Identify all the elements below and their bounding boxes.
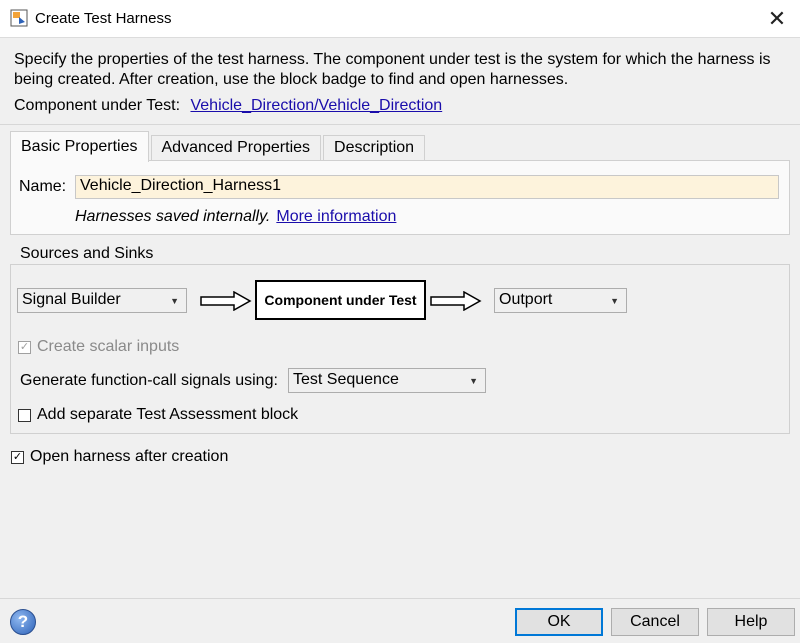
component-under-test-label: Component under Test: (14, 97, 181, 114)
sink-dropdown-value: Outport (499, 291, 553, 308)
chevron-down-icon: ▼ (170, 296, 179, 306)
source-dropdown-value: Signal Builder (22, 291, 121, 308)
create-scalar-inputs-checkbox[interactable]: ✓ Create scalar inputs (18, 338, 179, 356)
add-assessment-label: Add separate Test Assessment block (37, 406, 299, 423)
name-label: Name: (19, 178, 67, 195)
more-information-link[interactable]: More information (276, 208, 396, 225)
component-under-test-link[interactable]: Vehicle_Direction/Vehicle_Direction (190, 97, 442, 114)
checkbox-checked-icon: ✓ (18, 340, 31, 354)
description-text: Specify the properties of the test harne… (14, 51, 771, 88)
help-icon[interactable]: ? (10, 609, 36, 635)
close-icon: ✕ (767, 6, 787, 31)
tab-basic-properties[interactable]: Basic Properties (10, 131, 149, 162)
title-bar: Create Test Harness ✕ (0, 0, 800, 38)
checkbox-unchecked-icon (18, 408, 31, 422)
tab-description[interactable]: Description (323, 135, 426, 160)
close-button[interactable]: ✕ (754, 0, 800, 38)
function-call-dropdown-value: Test Sequence (293, 371, 399, 388)
help-button[interactable]: Help (707, 608, 795, 636)
cancel-button[interactable]: Cancel (611, 608, 699, 636)
component-under-test-row: Component under Test: Vehicle_Direction/… (14, 97, 442, 115)
ok-button[interactable]: OK (515, 608, 603, 636)
storage-note-text: Harnesses saved internally. (75, 208, 271, 225)
tab-bar: Basic Properties Advanced Properties Des… (10, 131, 427, 162)
component-under-test-block: Component under Test (255, 280, 426, 320)
input-arrow-icon (200, 291, 252, 311)
open-after-creation-checkbox[interactable]: ✓ Open harness after creation (11, 448, 228, 466)
name-input[interactable]: Vehicle_Direction_Harness1 (75, 175, 779, 199)
storage-note: Harnesses saved internally. More informat… (75, 208, 396, 226)
app-icon (10, 9, 28, 27)
checkbox-checked-icon: ✓ (11, 450, 24, 464)
output-arrow-icon (430, 291, 482, 311)
function-call-label: Generate function-call signals using: (20, 372, 278, 389)
chevron-down-icon: ▼ (610, 296, 619, 306)
sources-sinks-title: Sources and Sinks (18, 245, 156, 263)
function-call-dropdown[interactable]: Test Sequence ▼ (288, 368, 486, 393)
sink-dropdown[interactable]: Outport ▼ (494, 288, 627, 313)
divider (0, 124, 800, 125)
source-dropdown[interactable]: Signal Builder ▼ (17, 288, 187, 313)
footer-divider (0, 598, 800, 599)
open-after-creation-label: Open harness after creation (30, 448, 229, 465)
window-title: Create Test Harness (35, 10, 172, 27)
basic-properties-panel: Name: Vehicle_Direction_Harness1 Harness… (10, 160, 790, 235)
create-scalar-inputs-label: Create scalar inputs (37, 338, 180, 355)
tab-advanced-properties[interactable]: Advanced Properties (150, 135, 322, 160)
add-assessment-checkbox[interactable]: Add separate Test Assessment block (18, 406, 298, 424)
chevron-down-icon: ▼ (469, 376, 478, 386)
